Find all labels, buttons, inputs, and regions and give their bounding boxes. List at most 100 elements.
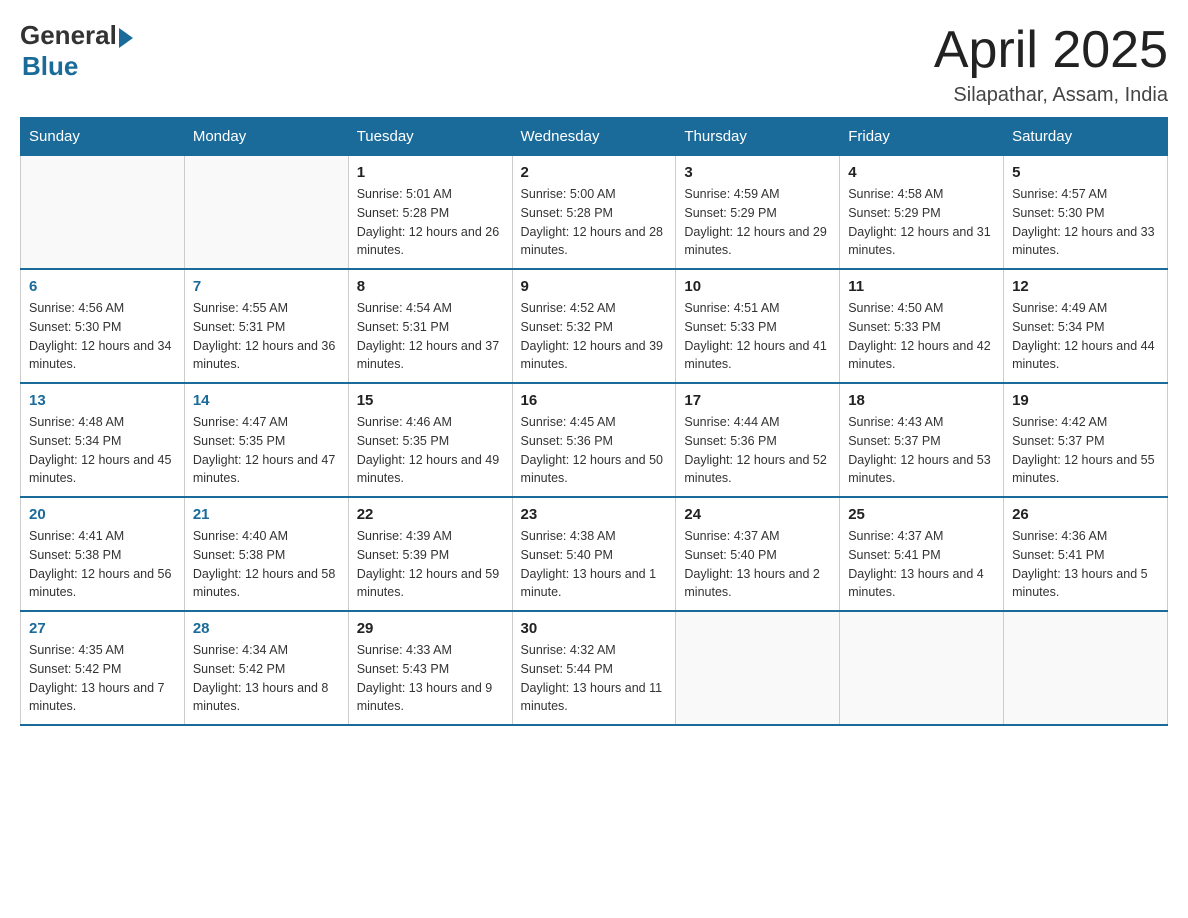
calendar-cell: 19 Sunrise: 4:42 AMSunset: 5:37 PMDayligh… [1004,383,1168,497]
day-info: Sunrise: 4:44 AMSunset: 5:36 PMDaylight:… [684,413,831,488]
day-info: Sunrise: 4:39 AMSunset: 5:39 PMDaylight:… [357,527,504,602]
weekday-header-thursday: Thursday [676,118,840,156]
calendar-cell: 8 Sunrise: 4:54 AMSunset: 5:31 PMDaylight… [348,269,512,383]
day-number: 16 [521,392,668,409]
calendar-cell: 25 Sunrise: 4:37 AMSunset: 5:41 PMDayligh… [840,497,1004,611]
day-info: Sunrise: 4:36 AMSunset: 5:41 PMDaylight:… [1012,527,1159,602]
day-info: Sunrise: 4:41 AMSunset: 5:38 PMDaylight:… [29,527,176,602]
day-info: Sunrise: 4:49 AMSunset: 5:34 PMDaylight:… [1012,299,1159,374]
day-info: Sunrise: 4:50 AMSunset: 5:33 PMDaylight:… [848,299,995,374]
day-number: 17 [684,392,831,409]
day-info: Sunrise: 4:42 AMSunset: 5:37 PMDaylight:… [1012,413,1159,488]
calendar-cell: 20 Sunrise: 4:41 AMSunset: 5:38 PMDayligh… [21,497,185,611]
calendar-cell: 15 Sunrise: 4:46 AMSunset: 5:35 PMDayligh… [348,383,512,497]
calendar-cell: 3 Sunrise: 4:59 AMSunset: 5:29 PMDaylight… [676,156,840,270]
calendar-cell: 14 Sunrise: 4:47 AMSunset: 5:35 PMDayligh… [184,383,348,497]
day-info: Sunrise: 4:37 AMSunset: 5:41 PMDaylight:… [848,527,995,602]
day-number: 1 [357,164,504,181]
day-info: Sunrise: 4:33 AMSunset: 5:43 PMDaylight:… [357,641,504,716]
calendar-cell: 11 Sunrise: 4:50 AMSunset: 5:33 PMDayligh… [840,269,1004,383]
calendar-cell [840,611,1004,725]
day-number: 30 [521,620,668,637]
day-info: Sunrise: 4:58 AMSunset: 5:29 PMDaylight:… [848,185,995,260]
day-info: Sunrise: 4:43 AMSunset: 5:37 PMDaylight:… [848,413,995,488]
weekday-header-wednesday: Wednesday [512,118,676,156]
day-number: 19 [1012,392,1159,409]
day-number: 2 [521,164,668,181]
calendar-cell: 5 Sunrise: 4:57 AMSunset: 5:30 PMDaylight… [1004,156,1168,270]
weekday-header-tuesday: Tuesday [348,118,512,156]
day-number: 8 [357,278,504,295]
day-number: 21 [193,506,340,523]
calendar-cell: 13Sunrise: 4:48 AMSunset: 5:34 PMDayligh… [21,383,185,497]
day-number: 14 [193,392,340,409]
day-info: Sunrise: 4:37 AMSunset: 5:40 PMDaylight:… [684,527,831,602]
day-number: 15 [357,392,504,409]
calendar-cell: 23 Sunrise: 4:38 AMSunset: 5:40 PMDayligh… [512,497,676,611]
day-info: Sunrise: 4:55 AMSunset: 5:31 PMDaylight:… [193,299,340,374]
day-number: 28 [193,620,340,637]
day-info: Sunrise: 4:35 AMSunset: 5:42 PMDaylight:… [29,641,176,716]
calendar-cell: 12 Sunrise: 4:49 AMSunset: 5:34 PMDayligh… [1004,269,1168,383]
day-number: 25 [848,506,995,523]
day-info: Sunrise: 4:54 AMSunset: 5:31 PMDaylight:… [357,299,504,374]
weekday-header-monday: Monday [184,118,348,156]
calendar-cell: 17 Sunrise: 4:44 AMSunset: 5:36 PMDayligh… [676,383,840,497]
logo-general-text: General [20,20,117,51]
day-number: 18 [848,392,995,409]
day-info: Sunrise: 4:46 AMSunset: 5:35 PMDaylight:… [357,413,504,488]
day-info: Sunrise: 4:57 AMSunset: 5:30 PMDaylight:… [1012,185,1159,260]
day-info: Sunrise: 5:00 AMSunset: 5:28 PMDaylight:… [521,185,668,260]
day-info: Sunrise: 4:48 AMSunset: 5:34 PMDaylight:… [29,413,176,488]
day-number: 5 [1012,164,1159,181]
calendar-cell: 18 Sunrise: 4:43 AMSunset: 5:37 PMDayligh… [840,383,1004,497]
calendar-cell [21,156,185,270]
logo: General Blue [20,20,133,82]
calendar-cell: 30Sunrise: 4:32 AMSunset: 5:44 PMDayligh… [512,611,676,725]
day-number: 12 [1012,278,1159,295]
calendar-cell: 9 Sunrise: 4:52 AMSunset: 5:32 PMDaylight… [512,269,676,383]
day-info: Sunrise: 4:47 AMSunset: 5:35 PMDaylight:… [193,413,340,488]
location-subtitle: Silapathar, Assam, India [934,84,1168,107]
calendar-cell: 28 Sunrise: 4:34 AMSunset: 5:42 PMDayligh… [184,611,348,725]
day-number: 4 [848,164,995,181]
day-number: 10 [684,278,831,295]
day-number: 3 [684,164,831,181]
day-number: 22 [357,506,504,523]
day-info: Sunrise: 4:52 AMSunset: 5:32 PMDaylight:… [521,299,668,374]
month-title: April 2025 [934,20,1168,80]
calendar-cell: 2 Sunrise: 5:00 AMSunset: 5:28 PMDaylight… [512,156,676,270]
day-number: 20 [29,506,176,523]
day-info: Sunrise: 4:40 AMSunset: 5:38 PMDaylight:… [193,527,340,602]
weekday-header-friday: Friday [840,118,1004,156]
day-number: 7 [193,278,340,295]
calendar-cell: 22 Sunrise: 4:39 AMSunset: 5:39 PMDayligh… [348,497,512,611]
calendar-cell: 29 Sunrise: 4:33 AMSunset: 5:43 PMDayligh… [348,611,512,725]
day-number: 29 [357,620,504,637]
day-number: 23 [521,506,668,523]
calendar-cell: 26Sunrise: 4:36 AMSunset: 5:41 PMDayligh… [1004,497,1168,611]
page-header: General Blue April 2025 Silapathar, Assa… [20,20,1168,107]
day-number: 11 [848,278,995,295]
calendar-cell [676,611,840,725]
day-info: Sunrise: 4:45 AMSunset: 5:36 PMDaylight:… [521,413,668,488]
day-info: Sunrise: 4:59 AMSunset: 5:29 PMDaylight:… [684,185,831,260]
day-number: 9 [521,278,668,295]
day-number: 27 [29,620,176,637]
calendar-cell: 1 Sunrise: 5:01 AMSunset: 5:28 PMDaylight… [348,156,512,270]
day-info: Sunrise: 5:01 AMSunset: 5:28 PMDaylight:… [357,185,504,260]
day-number: 6 [29,278,176,295]
calendar-cell: 24Sunrise: 4:37 AMSunset: 5:40 PMDayligh… [676,497,840,611]
logo-arrow-icon [119,28,133,48]
title-block: April 2025 Silapathar, Assam, India [934,20,1168,107]
calendar-table: SundayMondayTuesdayWednesdayThursdayFrid… [20,117,1168,726]
weekday-header-sunday: Sunday [21,118,185,156]
weekday-header-saturday: Saturday [1004,118,1168,156]
logo-blue-text: Blue [22,51,78,82]
day-info: Sunrise: 4:38 AMSunset: 5:40 PMDaylight:… [521,527,668,602]
calendar-cell: 10Sunrise: 4:51 AMSunset: 5:33 PMDayligh… [676,269,840,383]
day-info: Sunrise: 4:34 AMSunset: 5:42 PMDaylight:… [193,641,340,716]
calendar-cell [1004,611,1168,725]
calendar-cell: 21 Sunrise: 4:40 AMSunset: 5:38 PMDayligh… [184,497,348,611]
calendar-cell: 16 Sunrise: 4:45 AMSunset: 5:36 PMDayligh… [512,383,676,497]
